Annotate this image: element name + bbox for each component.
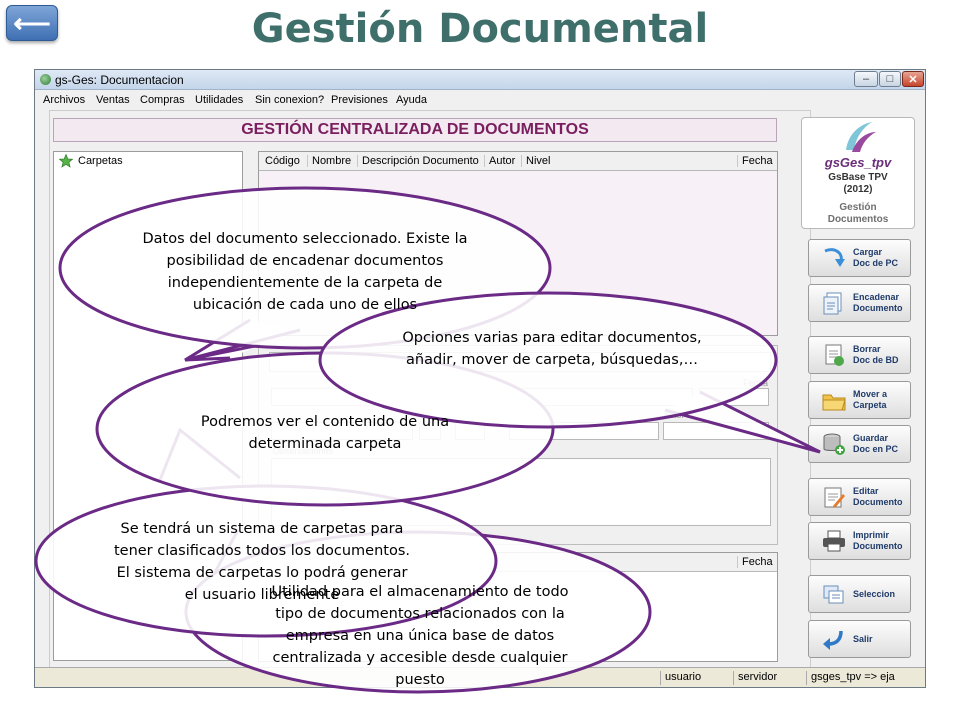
folder-move-icon bbox=[822, 394, 846, 411]
cargar-line2: Doc de PC bbox=[853, 258, 899, 268]
documents-table-header: Código Nombre Descripción Documento Auto… bbox=[259, 152, 777, 171]
logo-swirl-icon bbox=[846, 122, 876, 152]
callout-contenido-text: Podremos ver el contenido de una determi… bbox=[200, 414, 450, 452]
encadenar-line1: Encadenar bbox=[853, 292, 900, 302]
observaciones-field[interactable] bbox=[271, 458, 771, 526]
guardar-line2: Doc en PC bbox=[853, 444, 899, 454]
guardar-doc-button[interactable]: Guardar Doc en PC bbox=[808, 425, 911, 463]
minimize-button[interactable]: – bbox=[854, 71, 878, 87]
chain-documents-icon bbox=[823, 292, 842, 315]
col-codigo[interactable]: Código bbox=[261, 155, 300, 167]
editar-line1: Editar bbox=[853, 486, 879, 496]
imprimir-line1: Imprimir bbox=[853, 530, 890, 540]
close-icon: ✕ bbox=[908, 73, 918, 86]
detail-folder-field[interactable] bbox=[509, 422, 659, 440]
detail-date-field[interactable] bbox=[699, 388, 769, 406]
detail-description-field[interactable] bbox=[271, 388, 693, 406]
exit-arrow-icon bbox=[823, 630, 843, 650]
logo-line-3: Gestión bbox=[839, 202, 877, 213]
mover-line1: Mover a bbox=[853, 389, 888, 399]
salir-button[interactable]: Salir bbox=[808, 620, 911, 658]
callout-almacenamiento-text: Utilidad para el almacenamiento de todo … bbox=[271, 584, 569, 688]
menu-ventas[interactable]: Ventas bbox=[96, 94, 130, 106]
fecha-label: Fecha bbox=[743, 378, 769, 388]
app-icon bbox=[40, 74, 51, 85]
mover-carpeta-button[interactable]: Mover a Carpeta bbox=[808, 381, 911, 419]
imprimir-documento-button[interactable]: Imprimir Documento bbox=[808, 522, 911, 560]
col-autor[interactable]: Autor bbox=[484, 155, 515, 167]
col-descripcion[interactable]: Descripción Documento bbox=[357, 155, 479, 167]
editar-documento-button[interactable]: Editar Documento bbox=[808, 478, 911, 516]
detail-author-field[interactable] bbox=[663, 422, 769, 440]
slide-title: Gestión Documental bbox=[251, 6, 709, 52]
cargar-doc-button[interactable]: Cargar Doc de PC bbox=[808, 239, 911, 277]
menu-bar: Archivos Ventas Compras Utilidades Sin c… bbox=[35, 91, 925, 109]
minimize-icon: – bbox=[862, 73, 870, 85]
logo-line-4: Documentos bbox=[827, 214, 889, 225]
window-title: gs-Ges: Documentacion bbox=[55, 73, 184, 87]
download-arrow-icon bbox=[824, 248, 845, 267]
col-fecha-chained[interactable]: Fecha bbox=[737, 556, 773, 568]
encadenar-documento-button[interactable]: Encadenar Documento bbox=[808, 284, 911, 322]
status-server: servidor bbox=[733, 671, 777, 685]
menu-compras[interactable]: Compras bbox=[140, 94, 185, 106]
borrar-line1: Borrar bbox=[853, 344, 881, 354]
borrar-doc-button[interactable]: Borrar Doc de BD bbox=[808, 336, 911, 374]
maximize-icon: □ bbox=[886, 73, 894, 85]
logo-line-1: GsBase TPV bbox=[828, 172, 888, 183]
col-fecha[interactable]: Fecha bbox=[737, 155, 773, 167]
autor-label: Autor bbox=[663, 410, 685, 420]
main-heading: GESTIÓN CENTRALIZADA DE DOCUMENTOS bbox=[241, 121, 589, 138]
printer-icon bbox=[823, 530, 845, 552]
menu-sin-conexion[interactable]: Sin conexion? bbox=[255, 94, 324, 106]
app-logo: gsGes_tpv GsBase TPV (2012) Gestión Docu… bbox=[801, 117, 915, 229]
back-arrow-icon: ⟵ bbox=[13, 8, 51, 38]
menu-utilidades[interactable]: Utilidades bbox=[195, 94, 243, 106]
menu-ayuda[interactable]: Ayuda bbox=[396, 94, 427, 106]
col-nivel[interactable]: Nivel bbox=[521, 155, 550, 167]
selection-icon bbox=[823, 585, 844, 604]
borrar-line2: Doc de BD bbox=[853, 355, 899, 365]
logo-name: gsGes_tpv bbox=[824, 155, 892, 170]
back-button[interactable]: ⟵ bbox=[6, 5, 58, 41]
status-app: gsges_tpv => eja bbox=[806, 671, 895, 685]
cargar-line1: Cargar bbox=[853, 247, 883, 257]
status-user: usuario bbox=[660, 671, 701, 685]
delete-document-icon bbox=[825, 344, 844, 366]
menu-previsiones[interactable]: Previsiones bbox=[331, 94, 388, 106]
maximize-button[interactable]: □ bbox=[879, 71, 901, 87]
edit-document-icon bbox=[824, 487, 845, 508]
salir-line1: Salir bbox=[853, 633, 873, 644]
callout-datos-text: Datos del documento seleccionado. Existe… bbox=[142, 231, 468, 313]
close-button[interactable]: ✕ bbox=[902, 71, 924, 87]
encadenar-line2: Documento bbox=[853, 303, 903, 313]
guardar-line1: Guardar bbox=[853, 433, 889, 443]
imprimir-line2: Documento bbox=[853, 541, 903, 551]
editar-line2: Documento bbox=[853, 497, 903, 507]
menu-archivos[interactable]: Archivos bbox=[43, 94, 85, 106]
col-nombre[interactable]: Nombre bbox=[307, 155, 351, 167]
database-save-icon bbox=[823, 433, 845, 455]
callout-opciones-text: Opciones varias para editar documentos, … bbox=[402, 330, 702, 368]
seleccion-button[interactable]: Seleccion bbox=[808, 575, 911, 613]
mover-line2: Carpeta bbox=[853, 400, 887, 410]
tree-root-label[interactable]: Carpetas bbox=[78, 155, 123, 167]
window-titlebar: gs-Ges: Documentacion – □ ✕ bbox=[35, 70, 925, 90]
seleccion-line1: Seleccion bbox=[853, 588, 896, 599]
logo-line-2: (2012) bbox=[843, 184, 873, 195]
heading-bar: GESTIÓN CENTRALIZADA DE DOCUMENTOS bbox=[53, 118, 777, 142]
star-icon bbox=[59, 154, 73, 168]
